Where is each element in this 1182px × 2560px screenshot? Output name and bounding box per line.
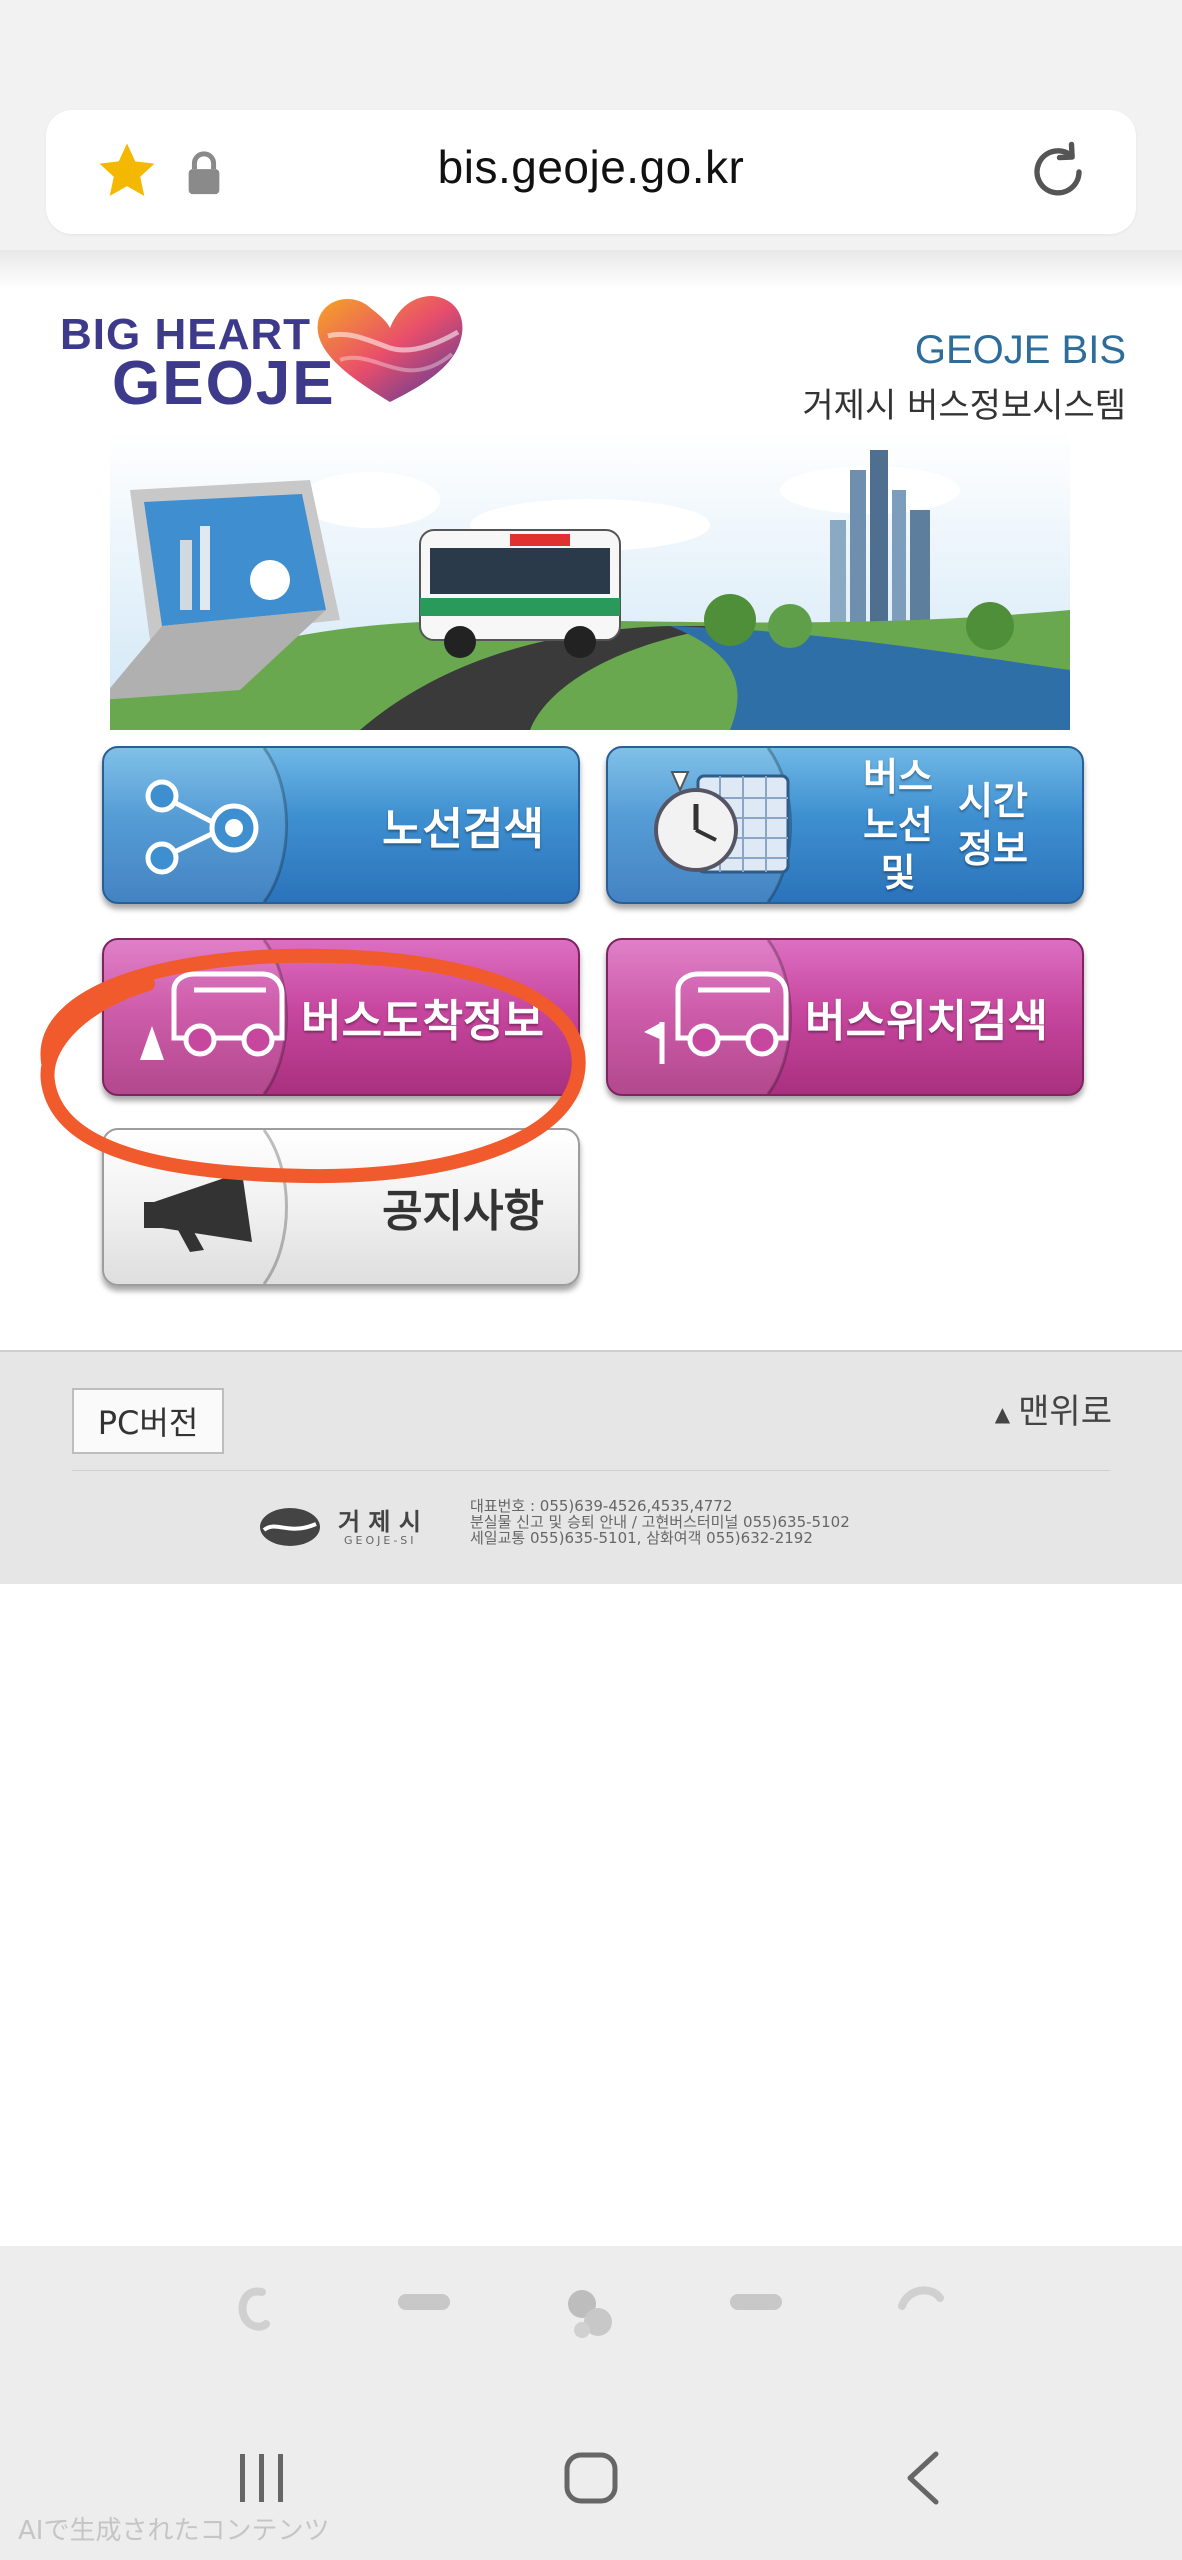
triangle-up-icon: ▲ — [994, 1401, 1011, 1426]
route-timetable-button[interactable]: 버스 노선 및 시간정보 — [606, 746, 1084, 904]
top-shadow — [0, 250, 1182, 290]
contact-line-2: 분실물 신고 및 승퇴 안내 / 고현버스터미널 055)635-5102 — [470, 1513, 850, 1531]
contact-info: 대표번호 : 055)639-4526,4535,4772 분실물 신고 및 승… — [470, 1498, 850, 1546]
blurred-dock-icon-1 — [238, 2287, 270, 2331]
pc-version-button[interactable]: PC버전 — [72, 1388, 224, 1454]
clock-calendar-icon — [654, 771, 790, 874]
route-timetable-label: 버스 노선 및 시간정보 — [842, 748, 1032, 902]
back-icon[interactable] — [900, 2448, 946, 2508]
back-to-top-link[interactable]: ▲ 맨위로 — [995, 1384, 1112, 1433]
route-search-button[interactable]: 노선검색 — [102, 746, 580, 904]
bus-location-button[interactable]: 버스위치검색 — [606, 938, 1084, 1096]
blurred-dock-icon-2 — [398, 2294, 450, 2310]
route-nodes-icon — [145, 779, 259, 875]
system-name-en: GEOJE BIS — [914, 328, 1126, 372]
contact-line-3: 세일교통 055)635-5101, 삼화여객 055)632-2192 — [470, 1529, 813, 1547]
geoje-si-logo: 거 제 시 GEOJE-SI — [258, 1502, 458, 1554]
recent-apps-icon[interactable] — [234, 2448, 290, 2508]
city-emblem-icon — [260, 1508, 320, 1546]
blurred-dock-icon-3 — [568, 2290, 612, 2338]
city-name-en: GEOJE-SI — [344, 1534, 417, 1547]
back-to-top-label: 맨위로 — [1018, 1392, 1112, 1432]
blurred-dock-icon-4 — [730, 2294, 782, 2310]
bus-location-label: 버스위치검색 — [805, 996, 1048, 1047]
city-name-ko: 거 제 시 — [338, 1508, 421, 1536]
logo-line2: GEOJE — [112, 349, 336, 418]
site-footer: PC버전 ▲ 맨위로 거 제 시 GEOJE-SI 대표번호 : 055)639-… — [0, 1350, 1182, 1584]
bus-flag-icon — [644, 971, 789, 1064]
route-search-label: 노선검색 — [382, 804, 544, 855]
blurred-dock-icon-5 — [898, 2286, 944, 2310]
page-content: BIG HEART GEOJE GEOJE BIS 거제시 버스정보시스템 노선… — [0, 250, 1182, 1350]
footer-divider — [72, 1470, 1110, 1471]
banner-image — [110, 430, 1070, 730]
contact-line-1: 대표번호 : 055)639-4526,4535,4772 — [470, 1497, 733, 1515]
route-timetable-line2: 시간정보 — [958, 779, 1029, 871]
browser-toolbar: bis.geoje.go.kr — [0, 0, 1182, 250]
address-bar[interactable]: bis.geoje.go.kr — [46, 110, 1136, 234]
route-timetable-line1: 버스 노선 및 — [863, 755, 934, 895]
home-icon[interactable] — [562, 2448, 620, 2508]
system-name-ko: 거제시 버스정보시스템 — [802, 386, 1126, 426]
big-heart-geoje-logo[interactable]: BIG HEART GEOJE — [60, 290, 470, 420]
url-text[interactable]: bis.geoje.go.kr — [46, 140, 1136, 194]
ai-generated-watermark: AIで生成されたコンテンツ — [18, 2516, 330, 2546]
heart-logo-icon — [317, 296, 463, 402]
annotation-circle — [40, 948, 586, 1184]
reload-icon[interactable] — [1022, 136, 1094, 208]
